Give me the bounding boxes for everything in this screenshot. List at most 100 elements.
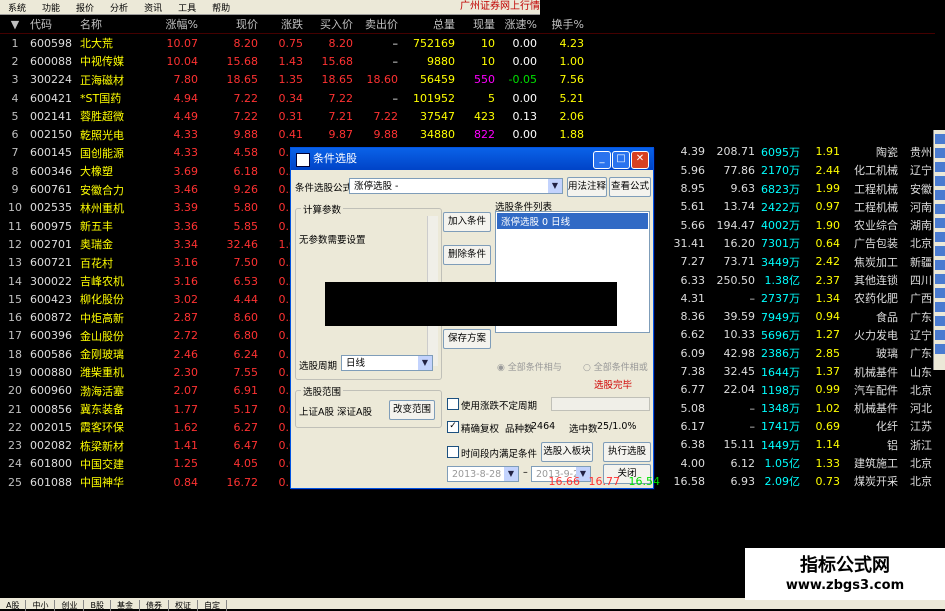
radio-all-or[interactable]: ○ 全部条件相或	[583, 360, 648, 373]
chevron-down-icon[interactable]: ▼	[418, 356, 432, 370]
cell-e: 汽车配件	[854, 383, 898, 397]
cell-c: 1449万	[761, 438, 800, 452]
market-tab[interactable]: 权证	[169, 600, 198, 611]
toolbar-icon[interactable]	[935, 162, 945, 172]
header-vol[interactable]: 总量	[398, 16, 455, 32]
cell-c: 2422万	[761, 200, 800, 214]
add-condition-button[interactable]: 加入条件	[443, 212, 491, 232]
time-range-checkbox[interactable]	[447, 446, 459, 458]
save-plan-button[interactable]: 保存方案	[443, 329, 491, 349]
toolbar-icon[interactable]	[935, 316, 945, 326]
cell-price: 7.50	[233, 256, 259, 270]
uncertain-period-field[interactable]	[551, 397, 650, 411]
minimize-icon[interactable]: _	[593, 151, 611, 169]
toolbar-icon[interactable]	[935, 232, 945, 242]
toolbar-icon[interactable]	[935, 260, 945, 270]
toolbar-icon[interactable]	[935, 204, 945, 214]
change-range-button[interactable]: 改变范围	[389, 400, 435, 420]
toolbar-icon[interactable]	[935, 190, 945, 200]
cell-n: 22	[8, 420, 22, 434]
header-code[interactable]: 代码	[30, 16, 74, 32]
market-tab[interactable]: B股	[84, 600, 111, 611]
cell-spd: 0.00	[512, 128, 538, 142]
cell-vol: 9880	[427, 54, 455, 68]
radio-all-and[interactable]: ◉ 全部条件相与	[497, 360, 562, 373]
cell-code: 600423	[30, 292, 72, 306]
cell-name: 乾照光电	[80, 128, 124, 142]
header-price[interactable]: 现价	[198, 16, 258, 32]
formula-select[interactable]: 涨停选股 - ▼	[349, 178, 563, 194]
market-tab[interactable]: A股	[0, 600, 27, 611]
market-tab[interactable]: 中小	[26, 600, 56, 611]
cell-b: 6.12	[730, 456, 756, 470]
delete-condition-button[interactable]: 删除条件	[443, 245, 491, 265]
close-icon[interactable]: ✕	[631, 151, 649, 169]
toolbar-icon[interactable]	[935, 176, 945, 186]
market-tab[interactable]: 基金	[111, 600, 140, 611]
cell-a: 31.41	[673, 236, 706, 250]
market-tab[interactable]: 自定	[198, 600, 227, 611]
cell-e: 焦炭加工	[854, 255, 898, 269]
cell-pct: 3.16	[173, 256, 199, 270]
cell-name: 中视传媒	[80, 55, 124, 69]
uncertain-period-checkbox[interactable]	[447, 398, 459, 410]
cell-a: 16.58	[673, 474, 706, 488]
chevron-down-icon[interactable]: ▼	[504, 467, 518, 481]
header-buy[interactable]: 买入价	[303, 16, 353, 32]
toolbar-icon[interactable]	[935, 344, 945, 354]
menu-item[interactable]: 工具	[170, 1, 204, 14]
execute-select-button[interactable]: 执行选股	[603, 442, 651, 462]
precise-adjust-checkbox[interactable]: ✓	[447, 421, 459, 433]
cell-a: 6.77	[680, 383, 706, 397]
header-pct[interactable]: 涨幅%	[140, 16, 198, 32]
toolbar-icon[interactable]	[935, 330, 945, 340]
sort-arrow-icon[interactable]: ▼	[0, 18, 30, 31]
menu-item[interactable]: 分析	[102, 1, 136, 14]
header-chg[interactable]: 涨跌	[258, 16, 303, 32]
cell-d: 1.37	[815, 365, 841, 379]
toolbar-icon[interactable]	[935, 274, 945, 284]
header-turnover[interactable]: 换手%	[537, 16, 584, 32]
cell-name: 安徽合力	[80, 183, 124, 197]
dialog-titlebar[interactable]: 条件选股 _ □ ✕	[291, 148, 653, 170]
condition-list-item[interactable]: 涨停选股 0 日线	[497, 213, 648, 229]
watermark: 指标公式网 www.zbgs3.com	[745, 548, 945, 600]
cell-price: 4.58	[233, 146, 259, 160]
toolbar-icon[interactable]	[935, 302, 945, 312]
cell-pct: 3.02	[173, 292, 199, 306]
menu-item[interactable]: 功能	[34, 1, 68, 14]
header-sell[interactable]: 卖出价	[353, 16, 398, 32]
cell-code: 000880	[30, 365, 72, 379]
cell-e: 农业综合	[854, 219, 898, 233]
cell-sell: –	[392, 36, 399, 50]
view-formula-button[interactable]: 查看公式	[609, 177, 651, 197]
toolbar-icon[interactable]	[935, 246, 945, 256]
cell-n: 2	[11, 54, 19, 68]
header-qty[interactable]: 现量	[455, 16, 495, 32]
cell-d: 1.14	[815, 438, 841, 452]
header-name[interactable]: 名称	[74, 16, 140, 32]
cell-n: 20	[8, 384, 22, 398]
market-tab[interactable]: 创业	[55, 600, 85, 611]
market-tab[interactable]: 债券	[140, 600, 169, 611]
toolbar-icon[interactable]	[935, 218, 945, 228]
maximize-icon[interactable]: □	[612, 151, 630, 169]
header-speed[interactable]: 涨速%	[495, 16, 537, 32]
cell-c: 6095万	[761, 145, 800, 159]
menu-item[interactable]: 资讯	[136, 1, 170, 14]
cell-name: 蓉胜超微	[80, 110, 124, 124]
menu-item[interactable]: 帮助	[204, 1, 238, 14]
toolbar-icon[interactable]	[935, 148, 945, 158]
usage-note-button[interactable]: 用法注释	[567, 177, 607, 197]
period-select[interactable]: 日线 ▼	[341, 355, 433, 371]
cell-a: 5.61	[680, 200, 706, 214]
chevron-down-icon[interactable]: ▼	[548, 179, 562, 193]
menu-item[interactable]: 系统	[0, 1, 34, 14]
toolbar-icon[interactable]	[935, 134, 945, 144]
toolbar-icon[interactable]	[935, 288, 945, 298]
cell-b: –	[749, 401, 756, 415]
menu-item[interactable]: 报价	[68, 1, 102, 14]
cell-price: 9.26	[233, 183, 259, 197]
into-block-button[interactable]: 选股入板块	[541, 442, 593, 462]
date-from-select[interactable]: 2013-8-28 ▼	[447, 466, 519, 482]
